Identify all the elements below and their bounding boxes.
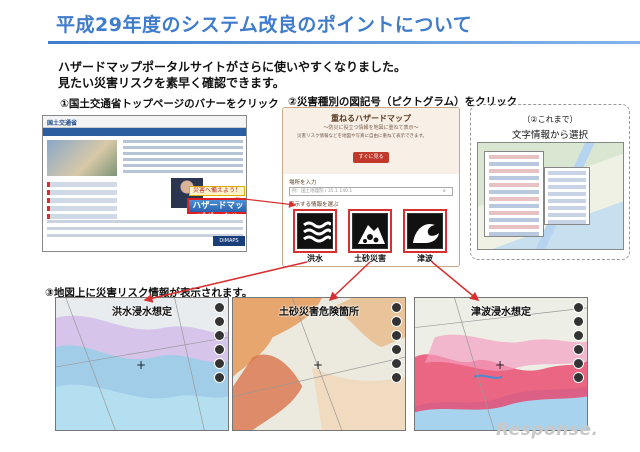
portal-description: 災害リスク情報などを地図や写真に自由に重ねて表示できます。 xyxy=(297,134,428,139)
portal-search-label: 場所を入力 xyxy=(289,180,317,186)
title-bar: 平成29年度のシステム改良のポイントについて xyxy=(18,8,640,48)
banner-small-text: 災害へ備えよう！ xyxy=(189,186,245,196)
title-underline xyxy=(48,41,640,44)
crosshair-icon: + xyxy=(136,358,147,372)
map-title: 土砂災害危険箇所 xyxy=(279,307,359,318)
map-title: 洪水浸水想定 xyxy=(112,307,172,318)
pictogram-tsunami[interactable]: 津波 xyxy=(403,209,447,263)
pictogram-row: 洪水 土砂災害 津波 xyxy=(293,209,453,263)
mlit-hero-photo xyxy=(47,140,117,176)
text-sublayer-list[interactable] xyxy=(544,167,590,225)
map-toolbar[interactable] xyxy=(391,302,403,386)
watermark: Response. xyxy=(496,420,599,440)
flood-map[interactable]: 洪水浸水想定 + xyxy=(55,297,229,431)
mlit-homepage-screenshot: 国土交通省 災害へ備えよう！ ハザードマップポータル DiMAPS xyxy=(42,115,247,252)
mlit-logo: 国土交通省 xyxy=(47,120,78,127)
intro-line-2: 見たい災害リスクを素早く確認できます。 xyxy=(58,76,285,90)
mlit-badge[interactable]: DiMAPS xyxy=(213,236,245,246)
portal-view-button[interactable]: すぐに見る xyxy=(353,152,389,163)
portal-subtitle: ～防災に役立つ情報を地図に重ねて表示～ xyxy=(323,125,419,131)
portal-search-input[interactable]: 例：国土地理院 / 35.1 140.1 xyxy=(289,187,453,196)
pictogram-flood[interactable]: 洪水 xyxy=(293,209,337,263)
pictogram-label: 津波 xyxy=(417,254,433,263)
pictogram-highlight xyxy=(293,209,337,253)
pictogram-highlight xyxy=(348,209,392,253)
mlit-news-lines xyxy=(123,140,243,176)
pictogram-highlight xyxy=(403,209,447,253)
crosshair-icon: + xyxy=(313,358,324,372)
text-selection-screenshot xyxy=(477,142,624,250)
map-toolbar[interactable] xyxy=(214,302,226,386)
step1-label: ①国土交通省トップページのバナーをクリック xyxy=(60,98,279,110)
text-layer-list[interactable] xyxy=(484,151,544,237)
tsunami-map[interactable]: 津波浸水想定 + xyxy=(414,297,588,431)
crosshair-icon: + xyxy=(495,358,506,372)
page-title: 平成29年度のシステム改良のポイントについて xyxy=(56,14,473,36)
pictogram-label: 洪水 xyxy=(307,254,323,263)
mlit-header: 国土交通省 xyxy=(43,116,246,128)
portal-title: 重ねるハザードマップ xyxy=(331,114,411,123)
map-toolbar[interactable] xyxy=(573,302,585,386)
pictogram-label: 土砂災害 xyxy=(354,254,386,263)
hazard-portal-banner[interactable]: ハザードマップポータル xyxy=(187,198,246,223)
landslide-map[interactable]: 土砂災害危険箇所 + xyxy=(232,297,406,431)
intro-line-1: ハザードマップポータルサイトがさらに使いやすくなりました。 xyxy=(58,60,407,74)
map-title: 津波浸水想定 xyxy=(471,307,531,318)
landslide-arrow xyxy=(328,261,371,302)
search-icon[interactable]: ⌕ xyxy=(443,188,446,194)
step3-label-line2: 文字情報から選択 xyxy=(511,130,588,141)
portal-header: 重ねるハザードマップ ～防災に役立つ情報を地図に重ねて表示～ 災害リスク情報など… xyxy=(283,108,459,174)
portal-info-label: 表示する情報を選ぶ xyxy=(289,202,339,208)
step3-label-line1: （②これまで） xyxy=(522,115,578,124)
tsunami-arrow xyxy=(431,261,480,301)
pictogram-landslide[interactable]: 土砂災害 xyxy=(348,209,392,263)
mlit-nav-bar[interactable] xyxy=(43,128,246,136)
mlit-sidebar xyxy=(47,182,117,222)
hazard-portal-screenshot: 重ねるハザードマップ ～防災に役立つ情報を地図に重ねて表示～ 災害リスク情報など… xyxy=(282,107,460,267)
